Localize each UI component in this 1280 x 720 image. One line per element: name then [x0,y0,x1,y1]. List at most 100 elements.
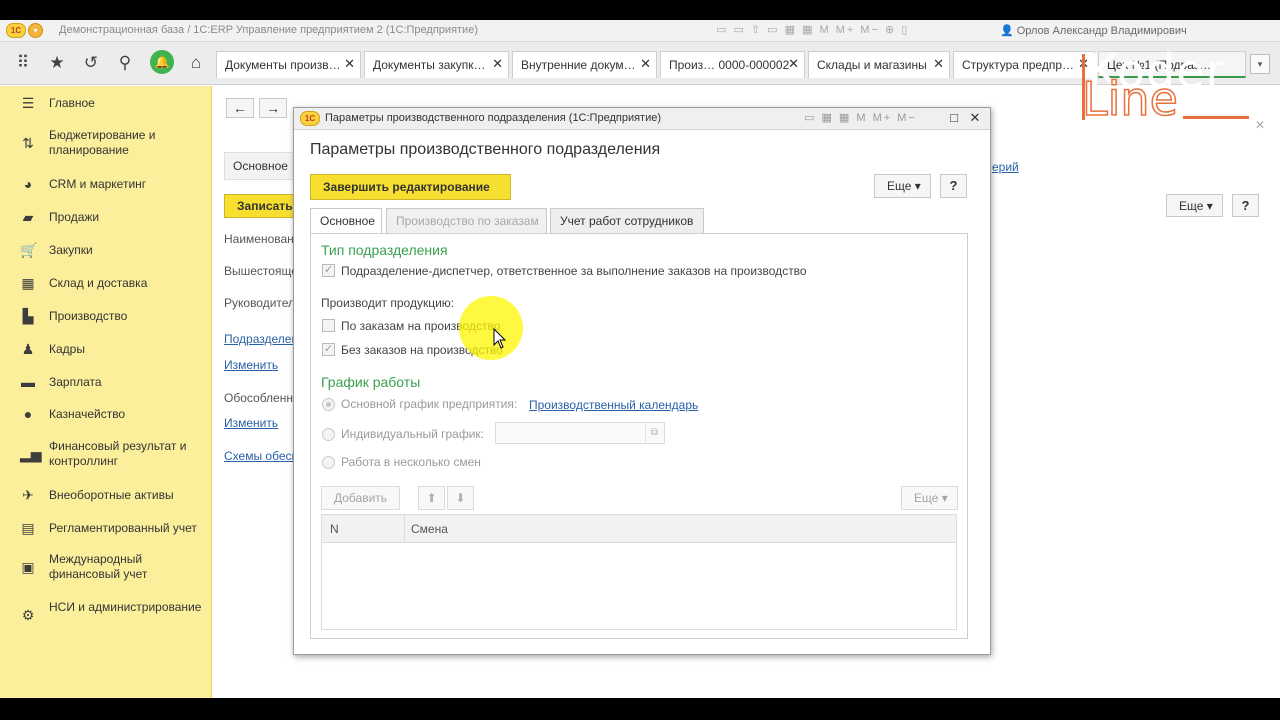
individual-schedule-radio[interactable] [322,428,335,441]
search-icon[interactable]: ⚲ [114,52,136,74]
shifts-table[interactable]: N Смена [321,514,957,630]
app-logo: 1С [6,23,26,38]
crm-icon: ◕ [23,176,33,192]
sidebar-item-label: НСИ и администрирование [49,600,202,614]
title-toolbar-icons[interactable]: ▭ ▭ ⇧ ▭ ▦ ▦ M M+ M− ⊕ ▯ [716,23,909,36]
sidebar-item-treasury[interactable]: ● Казначейство [0,406,212,426]
app-logo: 1С [300,111,320,126]
cart-icon: 🛒 [20,242,38,258]
maximize-icon[interactable]: □ [946,110,962,126]
finish-editing-button[interactable]: Завершить редактирование [310,174,511,200]
sidebar-item-sales[interactable]: ▰ Продажи [0,209,212,229]
without-orders-checkbox[interactable]: ✓ [322,343,335,356]
sidebar-item-crm[interactable]: ◕ CRM и маркетинг [0,176,212,196]
dialog-title-bar[interactable]: 1С Параметры производственного подраздел… [294,108,990,130]
more-button[interactable]: Еще ▾ [874,174,931,198]
shifts-radio[interactable] [322,456,335,469]
move-down-icon[interactable]: ⬇ [447,486,474,510]
column-divider [404,515,405,543]
sidebar-item-salary[interactable]: ▬ Зарплата [0,374,212,394]
close-icon[interactable]: ✕ [933,56,944,72]
add-button[interactable]: Добавить [321,486,400,510]
subdivision-link[interactable]: Подразделение [224,332,294,346]
sidebar-item-intl-accounting[interactable]: ▣ Международный финансовый учет [0,552,212,584]
sidebar-item-label: Продажи [49,210,100,224]
history-icon[interactable]: ↺ [80,52,102,74]
column-n[interactable]: N [330,522,339,536]
sidebar-item-purchases[interactable]: 🛒 Закупки [0,242,212,262]
more-label: Еще [1179,199,1204,213]
user-icon: 👤 [1000,25,1014,37]
tab-employee-work[interactable]: Учет работ сотрудников [550,208,704,233]
sidebar-item-label: Финансовый результат и контроллинг [49,439,187,468]
bg-tab-main[interactable]: Основное [224,152,296,180]
back-button[interactable]: ← [226,98,254,118]
schemes-link[interactable]: Схемы обеспечения [224,449,294,463]
dialog-toolbar-icons[interactable]: ▭ ▦ ▦ M M+ M− [804,111,917,124]
sidebar-item-staff[interactable]: ♟ Кадры [0,341,212,361]
dispatcher-label: Подразделение-диспетчер, ответственное з… [341,264,807,278]
sidebar-item-main[interactable]: ☰ Главное [0,95,212,115]
change-link[interactable]: Изменить [224,416,294,430]
dispatcher-checkbox[interactable]: ✓ [322,264,335,277]
head-label: Руководитель [224,296,294,310]
treasury-icon: ● [23,406,33,422]
forward-button[interactable]: → [259,98,287,118]
sidebar-item-warehouse[interactable]: ▦ Склад и доставка [0,275,212,295]
main-schedule-radio[interactable] [322,398,335,411]
sidebar-item-production[interactable]: ▙ Производство [0,308,212,328]
open-icon[interactable]: ⧉ [645,424,663,442]
close-icon[interactable]: ✕ [492,56,503,72]
close-icon[interactable]: ✕ [967,110,983,126]
assets-icon: ✈ [22,487,34,503]
menu-icon: ☰ [21,95,35,111]
change-link[interactable]: Изменить [224,358,294,372]
close-icon[interactable]: ✕ [788,56,799,72]
home-icon[interactable]: ⌂ [185,52,207,74]
tab-purchase-docs[interactable]: Документы закупк… ✕ [364,51,509,78]
type-group-title: Тип подразделения [321,242,448,258]
individual-schedule-field[interactable]: ⧉ [495,422,665,444]
table-more-button[interactable]: Еще ▾ [901,486,958,510]
close-icon[interactable]: ✕ [344,56,355,72]
sidebar-item-label: Внеоборотные активы [49,488,174,502]
help-button[interactable]: ? [940,174,967,198]
tab-production-doc[interactable]: Произ… 0000-000002 ✕ [660,51,805,78]
column-shift[interactable]: Смена [411,522,448,536]
tab-label: Склады и магазины [817,58,927,72]
sidebar-item-label: Регламентированный учет [49,521,197,535]
window-title: Демонстрационная база / 1С:ERP Управлени… [59,24,478,36]
user-name[interactable]: 👤 Орлов Александр Владимирович [1000,24,1187,37]
watermark-bar [1183,116,1249,119]
production-calendar-link[interactable]: Производственный календарь [529,398,698,412]
tab-structure[interactable]: Структура предпр…✕ [953,51,1095,78]
sidebar-item-budgeting[interactable]: ⇅ Бюджетирование и планирование [0,128,212,160]
tab-warehouses[interactable]: Склады и магазины ✕ [808,51,950,78]
tab-production-by-orders[interactable]: Производство по заказам [386,208,547,233]
favorites-star-icon[interactable]: ★ [46,52,68,74]
sidebar-item-fixed-assets[interactable]: ✈ Внеоборотные активы [0,487,212,507]
series-link[interactable]: ерий [992,160,1019,174]
main-menu-button[interactable]: ▾ [28,23,43,38]
sidebar-item-financial-result[interactable]: ▂▅ Финансовый результат и контроллинг [0,439,212,471]
apps-grid-icon[interactable]: ⠿ [12,52,34,74]
name-label: Наименование [224,232,294,246]
close-icon[interactable]: ✕ [640,56,651,72]
individual-schedule-label: Индивидуальный график: [341,427,485,441]
move-up-icon[interactable]: ⬆ [418,486,445,510]
tab-main[interactable]: Основное [310,208,382,234]
notifications-bell-icon[interactable]: 🔔 [150,50,174,74]
more-label: Еще [914,491,939,505]
table-header: N Смена [322,515,956,543]
sidebar-item-admin[interactable]: ⚙ НСИ и администрирование [0,600,212,632]
tab-internal-docs[interactable]: Внутренние докум… ✕ [512,51,657,78]
schedule-group-title: График работы [321,374,421,390]
help-button[interactable]: ? [1232,194,1259,217]
tab-label: Внутренние докум… [521,58,636,72]
more-button[interactable]: Еще ▾ [1166,194,1223,217]
sidebar-item-label: Кадры [49,342,85,356]
sidebar-item-regulated-accounting[interactable]: ▤ Регламентированный учет [0,520,212,540]
tab-production-docs[interactable]: Документы произв… ✕ [216,51,361,78]
by-orders-checkbox[interactable] [322,319,335,332]
save-button[interactable]: Записать [224,194,296,218]
